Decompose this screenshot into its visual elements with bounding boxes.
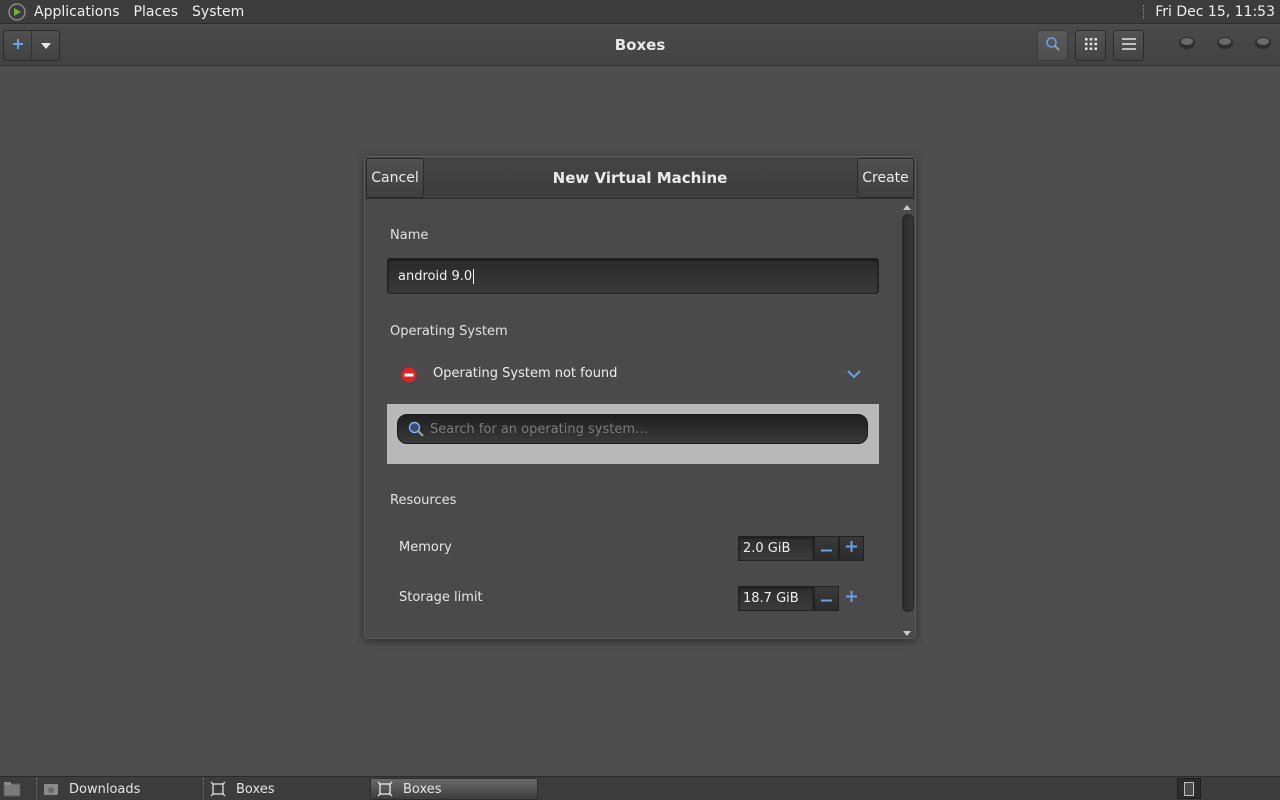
memory-decrease-button[interactable] [814,536,839,561]
maximize-icon [1216,36,1234,54]
scrollbar-thumb[interactable] [902,214,914,612]
cancel-button[interactable]: Cancel [366,158,424,198]
name-label: Name [390,228,429,243]
os-selector[interactable]: Operating System not found [387,360,879,390]
plus-icon [12,38,24,54]
grid-icon [1084,37,1097,54]
boxes-icon [210,781,226,797]
top-panel: Applications Places System Fri Dec 15, 1… [0,0,1280,24]
memory-label: Memory [399,540,452,555]
os-search-panel: Search for an operating system… [387,404,879,464]
search-icon [407,420,425,438]
plus-icon [846,541,857,556]
task-label: Downloads [69,781,141,797]
memory-value-field[interactable]: 2.0 GiB [738,536,814,561]
bottom-taskbar: Downloads Boxes Boxes [0,776,1280,800]
new-box-split-button [3,30,60,61]
folder-icon [43,781,59,797]
create-button[interactable]: Create [857,158,914,198]
resources-label: Resources [390,493,457,508]
show-desktop-button[interactable] [2,780,22,798]
storage-value-field[interactable]: 18.7 GiB [738,586,814,611]
os-search-input[interactable]: Search for an operating system… [397,414,868,444]
search-button[interactable] [1037,30,1068,61]
error-icon [401,367,417,383]
storage-row: Storage limit 18.7 GiB [399,586,869,612]
storage-increase-button[interactable] [839,586,864,611]
hamburger-icon [1121,37,1136,54]
search-icon [1045,36,1061,56]
task-boxes-active[interactable]: Boxes [370,778,538,800]
memory-increase-button[interactable] [839,536,864,561]
name-field-value: android 9.0 [398,268,473,284]
main-menu-button[interactable] [1113,30,1144,61]
storage-label: Storage limit [399,590,483,605]
dialog-scrollbar[interactable] [901,202,914,638]
os-label: Operating System [390,324,508,339]
minus-icon [821,591,832,606]
text-caret [473,268,475,284]
task-boxes[interactable]: Boxes [203,778,367,800]
task-label: Boxes [236,781,275,797]
minus-icon [821,541,832,556]
minimize-icon [1178,36,1196,54]
panel-separator [1143,5,1145,19]
menu-places[interactable]: Places [134,0,179,24]
minimize-button[interactable] [1178,37,1196,53]
distro-logo-icon[interactable] [8,2,26,21]
dialog-header: Cancel New Virtual Machine Create [365,157,915,199]
workspace-1[interactable] [1184,781,1194,796]
chevron-down-icon[interactable] [847,368,861,380]
new-box-dropdown-button[interactable] [31,31,59,60]
scroll-down-arrow-icon[interactable] [903,631,911,636]
clock-area: Fri Dec 15, 11:53 [1143,0,1280,24]
boxes-icon [377,781,393,797]
grid-view-button[interactable] [1075,30,1106,61]
workspace-switcher[interactable] [1177,778,1201,799]
task-downloads[interactable]: Downloads [36,778,200,800]
new-box-button[interactable] [4,31,31,60]
memory-row: Memory 2.0 GiB [399,536,869,562]
dialog-body: Name android 9.0 Operating System Operat… [365,200,915,638]
os-status-text: Operating System not found [433,366,618,381]
desktop-icon [3,782,21,797]
dialog-title: New Virtual Machine [552,169,728,187]
storage-decrease-button[interactable] [814,586,839,611]
clock[interactable]: Fri Dec 15, 11:53 [1155,4,1275,20]
name-field[interactable]: android 9.0 [387,258,879,294]
os-search-placeholder: Search for an operating system… [430,421,648,437]
menu-system[interactable]: System [192,0,244,24]
maximize-button[interactable] [1216,37,1234,53]
triangle-down-icon [40,38,51,53]
scroll-up-arrow-icon[interactable] [903,205,911,210]
task-label: Boxes [403,781,442,797]
close-button[interactable] [1254,37,1272,53]
plus-icon [846,591,857,606]
header-bar: Boxes [0,24,1280,66]
close-icon [1254,36,1272,54]
menu-applications[interactable]: Applications [34,0,120,24]
new-vm-dialog: Cancel New Virtual Machine Create Name a… [364,156,916,639]
